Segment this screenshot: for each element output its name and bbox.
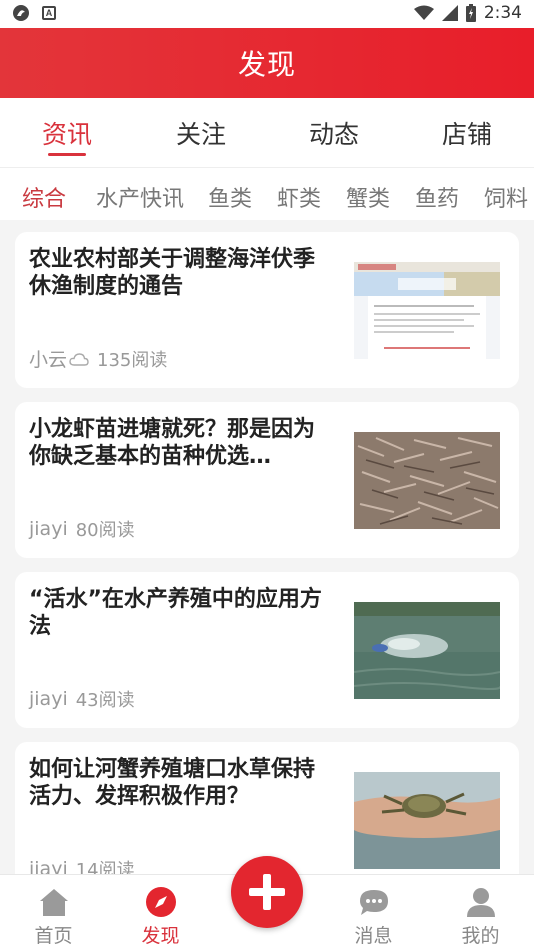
category-aquatic-news[interactable]: 水产快讯 [96, 181, 184, 213]
tab-shops[interactable]: 店铺 [400, 98, 534, 168]
tab-label: 资讯 [41, 120, 92, 149]
user-icon [467, 888, 495, 917]
cloud-icon [69, 352, 89, 366]
nav-profile[interactable]: 我的 [427, 875, 534, 950]
article-card[interactable]: 如何让河蟹养殖塘口水草保持活力、发挥积极作用？ jiayi 14阅读 [15, 742, 519, 874]
compass-icon [146, 887, 176, 917]
article-reads: 43阅读 [75, 690, 135, 711]
category-shrimp[interactable]: 虾类 [277, 181, 321, 213]
a-letter-icon: A [42, 6, 56, 20]
category-comprehensive[interactable]: 综合 [22, 181, 66, 213]
signal-icon [441, 5, 458, 21]
article-feed[interactable]: 农业农村部关于调整海洋伏季休渔制度的通告 小云 135阅读 小龙虾苗进塘就死？那… [0, 220, 534, 874]
article-card[interactable]: “活水”在水产养殖中的应用方法 jiayi 43阅读 [15, 572, 519, 728]
article-reads: 14阅读 [75, 860, 135, 874]
pond-aerator-thumbnail [354, 602, 500, 699]
article-author: jiayi [29, 518, 68, 540]
category-feed[interactable]: 饲料 [484, 181, 528, 213]
article-author: 小云 [29, 349, 68, 371]
nav-label: 我的 [461, 925, 500, 947]
active-tab-indicator [48, 153, 86, 156]
nav-discover[interactable]: 发现 [107, 875, 214, 950]
article-author: jiayi [29, 688, 68, 710]
nav-label: 发现 [141, 925, 180, 947]
page-title: 发现 [237, 48, 296, 81]
main-tabs: 资讯 关注 动态 店铺 [0, 98, 534, 168]
battery-icon [465, 4, 476, 22]
tab-label: 关注 [175, 120, 226, 149]
article-reads: 135阅读 [97, 349, 168, 371]
article-reads: 80阅读 [75, 520, 135, 541]
chat-bubble-icon [360, 890, 388, 915]
article-meta: jiayi 43阅读 [29, 686, 135, 712]
tab-activity[interactable]: 动态 [267, 98, 401, 168]
category-crab[interactable]: 蟹类 [346, 181, 390, 213]
nav-messages[interactable]: 消息 [320, 875, 427, 950]
category-fish-medicine[interactable]: 鱼药 [415, 181, 459, 213]
article-title: “活水”在水产养殖中的应用方法 [29, 587, 322, 639]
tab-label: 动态 [308, 120, 359, 149]
government-document-thumbnail [354, 262, 500, 359]
app-header: 发现 [0, 28, 534, 98]
article-title: 小龙虾苗进塘就死？那是因为你缺乏基本的苗种优选… [29, 417, 316, 469]
home-icon [40, 889, 68, 916]
article-author: jiayi [29, 858, 68, 874]
article-title: 农业农村部关于调整海洋伏季休渔制度的通告 [29, 247, 316, 299]
article-meta: 小云 135阅读 [29, 345, 167, 372]
nav-home[interactable]: 首页 [0, 875, 107, 950]
tab-label: 店铺 [441, 120, 492, 149]
app-notification-icon [13, 5, 29, 21]
article-card[interactable]: 农业农村部关于调整海洋伏季休渔制度的通告 小云 135阅读 [15, 232, 519, 388]
article-card[interactable]: 小龙虾苗进塘就死？那是因为你缺乏基本的苗种优选… jiayi 80阅读 [15, 402, 519, 558]
article-title: 如何让河蟹养殖塘口水草保持活力、发挥积极作用？ [29, 757, 316, 809]
article-meta: jiayi 80阅读 [29, 516, 135, 542]
publish-button[interactable] [231, 856, 303, 928]
article-meta: jiayi 14阅读 [29, 856, 135, 874]
category-fish[interactable]: 鱼类 [208, 181, 252, 213]
status-bar: A 2:34 [0, 0, 534, 28]
tab-following[interactable]: 关注 [134, 98, 268, 168]
crab-in-hand-thumbnail [354, 772, 500, 869]
category-tabs: 综合 水产快讯 鱼类 虾类 蟹类 鱼药 饲料 [0, 168, 534, 220]
tab-news[interactable]: 资讯 [0, 98, 134, 168]
crayfish-thumbnail [354, 432, 500, 529]
wifi-icon [413, 5, 434, 20]
nav-label: 消息 [354, 925, 393, 947]
status-time: 2:34 [483, 3, 522, 23]
nav-label: 首页 [34, 925, 73, 947]
